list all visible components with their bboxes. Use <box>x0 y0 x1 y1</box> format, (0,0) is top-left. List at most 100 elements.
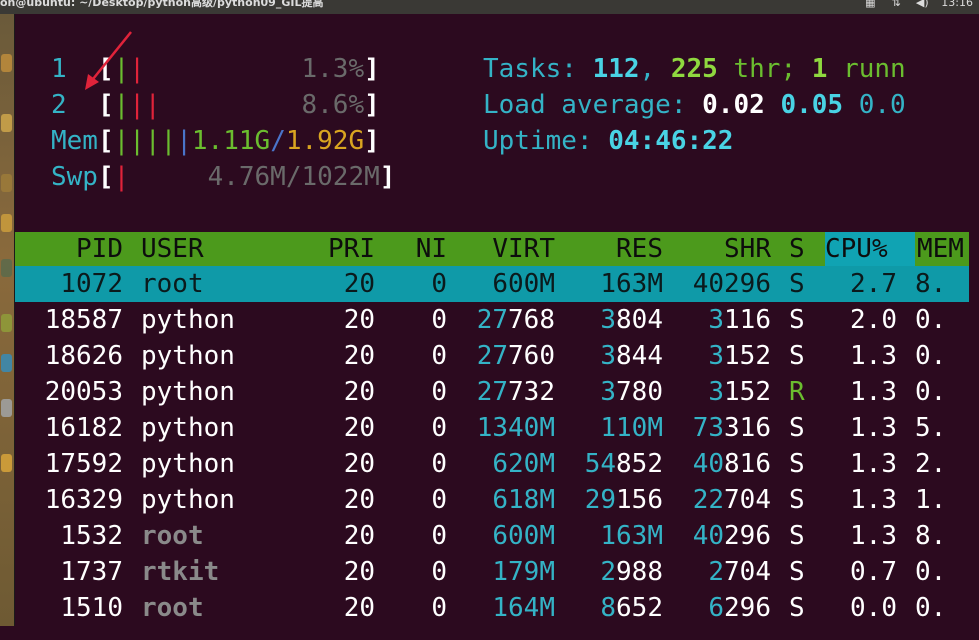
cell-res: 163M <box>600 521 663 551</box>
cell-virt: 27768 <box>476 305 555 335</box>
cell-user: root <box>141 269 204 299</box>
col-state[interactable]: S <box>789 232 809 266</box>
cell-state: S <box>789 269 805 299</box>
col-ni[interactable]: NI <box>395 232 447 266</box>
cell-user: root <box>141 593 204 623</box>
table-row[interactable]: 16329 python 20 0 618M 29156 22704 S 1.3 1. <box>15 482 969 518</box>
cell-mem: 8. <box>915 269 947 299</box>
cell-ni: 0 <box>431 557 447 587</box>
cell-user: python <box>141 305 235 335</box>
launcher-app-icon[interactable] <box>1 399 12 417</box>
launcher-app-icon[interactable] <box>1 54 12 72</box>
cell-shr: 40296 <box>692 269 771 299</box>
cell-state: S <box>789 521 805 551</box>
mem-sep: / <box>270 126 286 156</box>
running-label: runn <box>843 54 906 84</box>
table-row[interactable]: 1510 root 20 0 164M 8652 6296 S 0.0 0. <box>15 590 969 626</box>
cpu1-label: 1 <box>51 54 67 84</box>
cell-state: S <box>789 593 805 623</box>
thread-label: thr; <box>733 54 797 84</box>
cell-res: 8652 <box>600 593 663 623</box>
table-row[interactable]: 17592 python 20 0 620M 54852 40816 S 1.3 2. <box>15 446 969 482</box>
cell-mem: 0. <box>915 593 947 623</box>
launcher-bar <box>0 14 15 626</box>
col-cpu[interactable]: CPU% <box>825 232 915 266</box>
cell-res: 3844 <box>600 341 663 371</box>
window-title: on@ubuntu: ~/Desktop/python高级/python09_G… <box>0 0 324 9</box>
col-mem[interactable]: MEM <box>917 232 977 266</box>
cell-shr: 6296 <box>708 593 771 623</box>
cell-pid: 20053 <box>44 377 123 407</box>
cell-pri: 20 <box>343 269 375 299</box>
col-shr[interactable]: SHR <box>673 232 771 266</box>
cell-virt: 27732 <box>476 377 555 407</box>
terminal[interactable]: 1 [|| 1.3%] 2 [||| 8.6%] Mem[|||||1.11G/… <box>15 14 979 626</box>
table-row[interactable]: 1737 rtkit 20 0 179M 2988 2704 S 0.7 0. <box>15 554 969 590</box>
cpu2-meter: 2 [||| 8.6%] <box>51 90 380 120</box>
cell-ni: 0 <box>431 593 447 623</box>
cell-pri: 20 <box>343 413 375 443</box>
load-5min: 0.05 <box>780 90 844 120</box>
cell-virt: 620M <box>492 449 555 479</box>
cell-cpu: 1.3 <box>850 413 897 443</box>
launcher-app-icon[interactable] <box>1 114 12 132</box>
cell-user: python <box>141 449 235 479</box>
launcher-app-icon[interactable] <box>1 259 12 277</box>
cell-shr: 73316 <box>692 413 771 443</box>
cell-pri: 20 <box>343 521 375 551</box>
cell-cpu: 1.3 <box>850 449 897 479</box>
cell-pid: 1072 <box>60 269 123 299</box>
col-virt[interactable]: VIRT <box>455 232 555 266</box>
col-user[interactable]: USER <box>141 232 204 266</box>
table-row[interactable]: 16182 python 20 0 1340M 110M 73316 S 1.3 5. <box>15 410 969 446</box>
cell-ni: 0 <box>431 413 447 443</box>
cell-mem: 0. <box>915 557 947 587</box>
cell-pid: 17592 <box>44 449 123 479</box>
cell-pid: 16182 <box>44 413 123 443</box>
clock[interactable]: 13:16 <box>941 0 973 9</box>
cell-user: python <box>141 485 235 515</box>
cell-res: 3780 <box>600 377 663 407</box>
cell-cpu: 0.0 <box>850 593 897 623</box>
table-row[interactable]: 20053 python 20 0 27732 3780 3152 R 1.3 0. <box>15 374 969 410</box>
annotation-arrow <box>85 31 132 90</box>
cell-pid: 1510 <box>60 593 123 623</box>
cpu2-value: 8.6% <box>301 90 365 120</box>
launcher-app-icon[interactable] <box>1 454 12 472</box>
cell-user: python <box>141 377 235 407</box>
cell-state: S <box>789 449 805 479</box>
cell-cpu: 1.3 <box>850 377 897 407</box>
cell-cpu: 1.3 <box>850 341 897 371</box>
cell-state: S <box>789 557 805 587</box>
col-res[interactable]: RES <box>565 232 663 266</box>
cell-shr: 3116 <box>708 305 771 335</box>
cell-shr: 3152 <box>708 341 771 371</box>
table-row[interactable]: 18626 python 20 0 27760 3844 3152 S 1.3 0. <box>15 338 969 374</box>
cell-virt: 618M <box>492 485 555 515</box>
cell-virt: 164M <box>492 593 555 623</box>
network-icon[interactable]: ⇅ <box>889 0 903 9</box>
cell-virt: 179M <box>492 557 555 587</box>
cell-res: 54852 <box>584 449 663 479</box>
col-pid[interactable]: PID <box>15 232 123 266</box>
launcher-app-icon[interactable] <box>1 214 12 232</box>
table-row[interactable]: 1072 root 20 0 600M 163M 40296 S 2.7 8. <box>15 266 969 302</box>
volume-icon[interactable]: ◀) <box>915 0 929 9</box>
keyboard-icon[interactable]: ▦ <box>863 0 877 9</box>
uptime: Uptime: 04:46:22 <box>483 124 733 158</box>
uptime-value: 04:46:22 <box>608 126 734 156</box>
indicator-area: ▦ ⇅ ◀) 13:16 <box>863 0 973 9</box>
launcher-app-icon[interactable] <box>1 174 12 192</box>
col-pri[interactable]: PRI <box>275 232 375 266</box>
launcher-app-icon[interactable] <box>1 314 12 332</box>
table-row[interactable]: 1532 root 20 0 600M 163M 40296 S 1.3 8. <box>15 518 969 554</box>
cell-shr: 2704 <box>708 557 771 587</box>
cell-cpu: 1.3 <box>850 521 897 551</box>
process-table-header: PID USER PRI NI VIRT RES SHR S CPU% MEM <box>15 232 969 266</box>
cell-user: python <box>141 413 235 443</box>
cell-res: 2988 <box>600 557 663 587</box>
launcher-app-icon[interactable] <box>1 354 12 372</box>
cell-ni: 0 <box>431 305 447 335</box>
table-row[interactable]: 18587 python 20 0 27768 3804 3116 S 2.0 0. <box>15 302 969 338</box>
cell-ni: 0 <box>431 341 447 371</box>
